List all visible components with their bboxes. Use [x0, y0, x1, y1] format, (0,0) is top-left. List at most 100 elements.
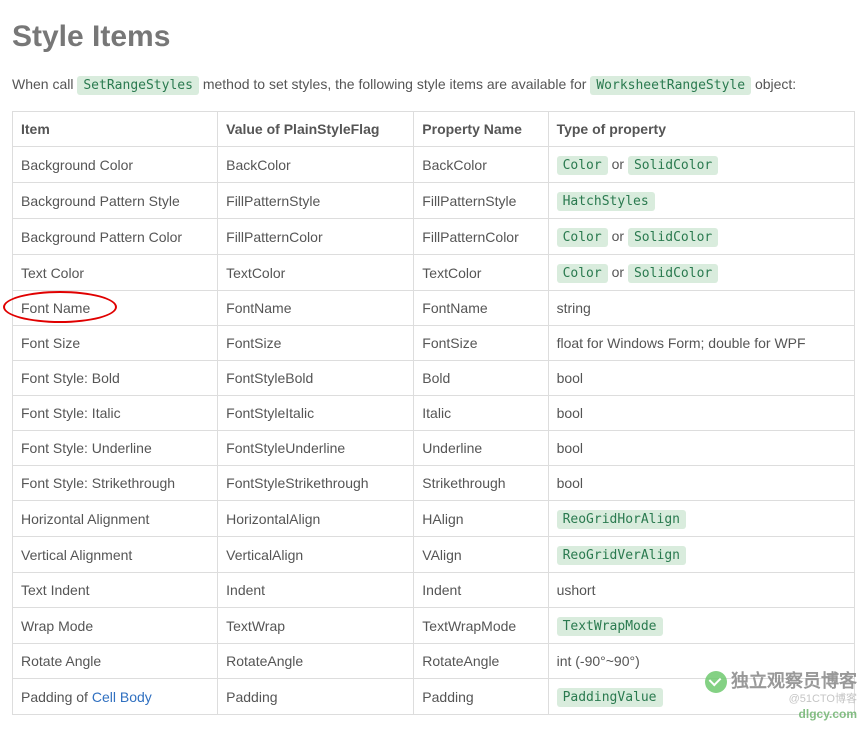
type-code: TextWrapMode: [557, 617, 663, 636]
cell-flag: FillPatternStyle: [218, 183, 414, 219]
table-row: Rotate AngleRotateAngleRotateAngleint (-…: [13, 644, 855, 679]
cell-property: Indent: [414, 573, 548, 608]
intro-text: When call: [12, 76, 77, 92]
table-row: Font Style: BoldFontStyleBoldBoldbool: [13, 361, 855, 396]
type-code: SolidColor: [628, 156, 718, 175]
cell-flag: BackColor: [218, 147, 414, 183]
cell-property: Bold: [414, 361, 548, 396]
cell-type: PaddingValue: [548, 679, 854, 715]
type-code: HatchStyles: [557, 192, 655, 211]
table-row: Vertical AlignmentVerticalAlignVAlignReo…: [13, 537, 855, 573]
cell-type: bool: [548, 466, 854, 501]
cell-type: bool: [548, 431, 854, 466]
cell-type: Color or SolidColor: [548, 255, 854, 291]
table-row: Background ColorBackColorBackColorColor …: [13, 147, 855, 183]
type-code: Color: [557, 228, 608, 247]
cell-flag: FontName: [218, 291, 414, 326]
cell-flag: FontStyleUnderline: [218, 431, 414, 466]
code-setrangestyles: SetRangeStyles: [77, 76, 199, 95]
intro-paragraph: When call SetRangeStyles method to set s…: [12, 76, 855, 93]
cell-type: bool: [548, 361, 854, 396]
table-row: Font NameFontNameFontNamestring: [13, 291, 855, 326]
cell-flag: TextColor: [218, 255, 414, 291]
cell-property: TextWrapMode: [414, 608, 548, 644]
cell-property: RotateAngle: [414, 644, 548, 679]
type-code: Color: [557, 264, 608, 283]
cell-item: Font Size: [13, 326, 218, 361]
intro-text: method to set styles, the following styl…: [199, 76, 590, 92]
type-code: Color: [557, 156, 608, 175]
cell-flag: FontStyleBold: [218, 361, 414, 396]
cell-flag: FontStyleStrikethrough: [218, 466, 414, 501]
or-text: or: [608, 228, 628, 244]
table-row: Font SizeFontSizeFontSizefloat for Windo…: [13, 326, 855, 361]
cell-item-text: Font Name: [21, 300, 90, 316]
table-row: Background Pattern StyleFillPatternStyle…: [13, 183, 855, 219]
cell-property: FontName: [414, 291, 548, 326]
table-row: Font Style: StrikethroughFontStyleStrike…: [13, 466, 855, 501]
col-flag: Value of PlainStyleFlag: [218, 112, 414, 147]
page-title: Style Items: [12, 20, 855, 54]
cell-item-text: Padding of: [21, 689, 92, 705]
type-code: SolidColor: [628, 264, 718, 283]
cell-property: FontSize: [414, 326, 548, 361]
cell-item: Horizontal Alignment: [13, 501, 218, 537]
cell-property: HAlign: [414, 501, 548, 537]
cell-type: ReoGridVerAlign: [548, 537, 854, 573]
cell-flag: Indent: [218, 573, 414, 608]
cell-property: Underline: [414, 431, 548, 466]
type-code: ReoGridHorAlign: [557, 510, 686, 529]
table-row: Text ColorTextColorTextColorColor or Sol…: [13, 255, 855, 291]
highlight-ellipse: Font Name: [21, 300, 90, 316]
col-type: Type of property: [548, 112, 854, 147]
col-item: Item: [13, 112, 218, 147]
table-header-row: Item Value of PlainStyleFlag Property Na…: [13, 112, 855, 147]
table-row: Font Style: ItalicFontStyleItalicItalicb…: [13, 396, 855, 431]
cell-flag: FillPatternColor: [218, 219, 414, 255]
intro-text: object:: [751, 76, 796, 92]
cell-type: TextWrapMode: [548, 608, 854, 644]
table-row: Font Style: UnderlineFontStyleUnderlineU…: [13, 431, 855, 466]
cell-item: Background Pattern Style: [13, 183, 218, 219]
cell-body-link[interactable]: Cell Body: [92, 689, 152, 705]
cell-item: Vertical Alignment: [13, 537, 218, 573]
table-row: Padding of Cell Body PaddingPadding Paddin…: [13, 679, 855, 715]
cell-item: Background Pattern Color: [13, 219, 218, 255]
cell-property: Padding: [414, 679, 548, 715]
cell-type: bool: [548, 396, 854, 431]
cell-flag: FontStyleItalic: [218, 396, 414, 431]
cell-flag: FontSize: [218, 326, 414, 361]
type-code: PaddingValue: [557, 688, 663, 707]
cell-type: Color or SolidColor: [548, 147, 854, 183]
cell-property: FillPatternStyle: [414, 183, 548, 219]
cell-item: Font Style: Underline: [13, 431, 218, 466]
cell-type: ReoGridHorAlign: [548, 501, 854, 537]
code-worksheetrangestyle: WorksheetRangeStyle: [590, 76, 751, 95]
cell-property: FillPatternColor: [414, 219, 548, 255]
or-text: or: [608, 156, 628, 172]
table-row: Background Pattern ColorFillPatternColor…: [13, 219, 855, 255]
cell-item: Wrap Mode: [13, 608, 218, 644]
cell-type: int (-90°~90°): [548, 644, 854, 679]
cell-type: string: [548, 291, 854, 326]
cell-property: Strikethrough: [414, 466, 548, 501]
cell-type: float for Windows Form; double for WPF: [548, 326, 854, 361]
cell-type: HatchStyles: [548, 183, 854, 219]
cell-item: Text Color: [13, 255, 218, 291]
cell-item: Font Style: Italic: [13, 396, 218, 431]
cell-item: Background Color: [13, 147, 218, 183]
cell-flag: Padding: [218, 679, 414, 715]
cell-flag: RotateAngle: [218, 644, 414, 679]
cell-flag: HorizontalAlign: [218, 501, 414, 537]
cell-property: Italic: [414, 396, 548, 431]
cell-type: ushort: [548, 573, 854, 608]
style-items-table: Item Value of PlainStyleFlag Property Na…: [12, 111, 855, 715]
cell-item: Font Style: Strikethrough: [13, 466, 218, 501]
cell-type: Color or SolidColor: [548, 219, 854, 255]
cell-item: Font Style: Bold: [13, 361, 218, 396]
cell-item: Text Indent: [13, 573, 218, 608]
col-property: Property Name: [414, 112, 548, 147]
cell-item: Font Name: [13, 291, 218, 326]
cell-property: VAlign: [414, 537, 548, 573]
type-code: ReoGridVerAlign: [557, 546, 686, 565]
